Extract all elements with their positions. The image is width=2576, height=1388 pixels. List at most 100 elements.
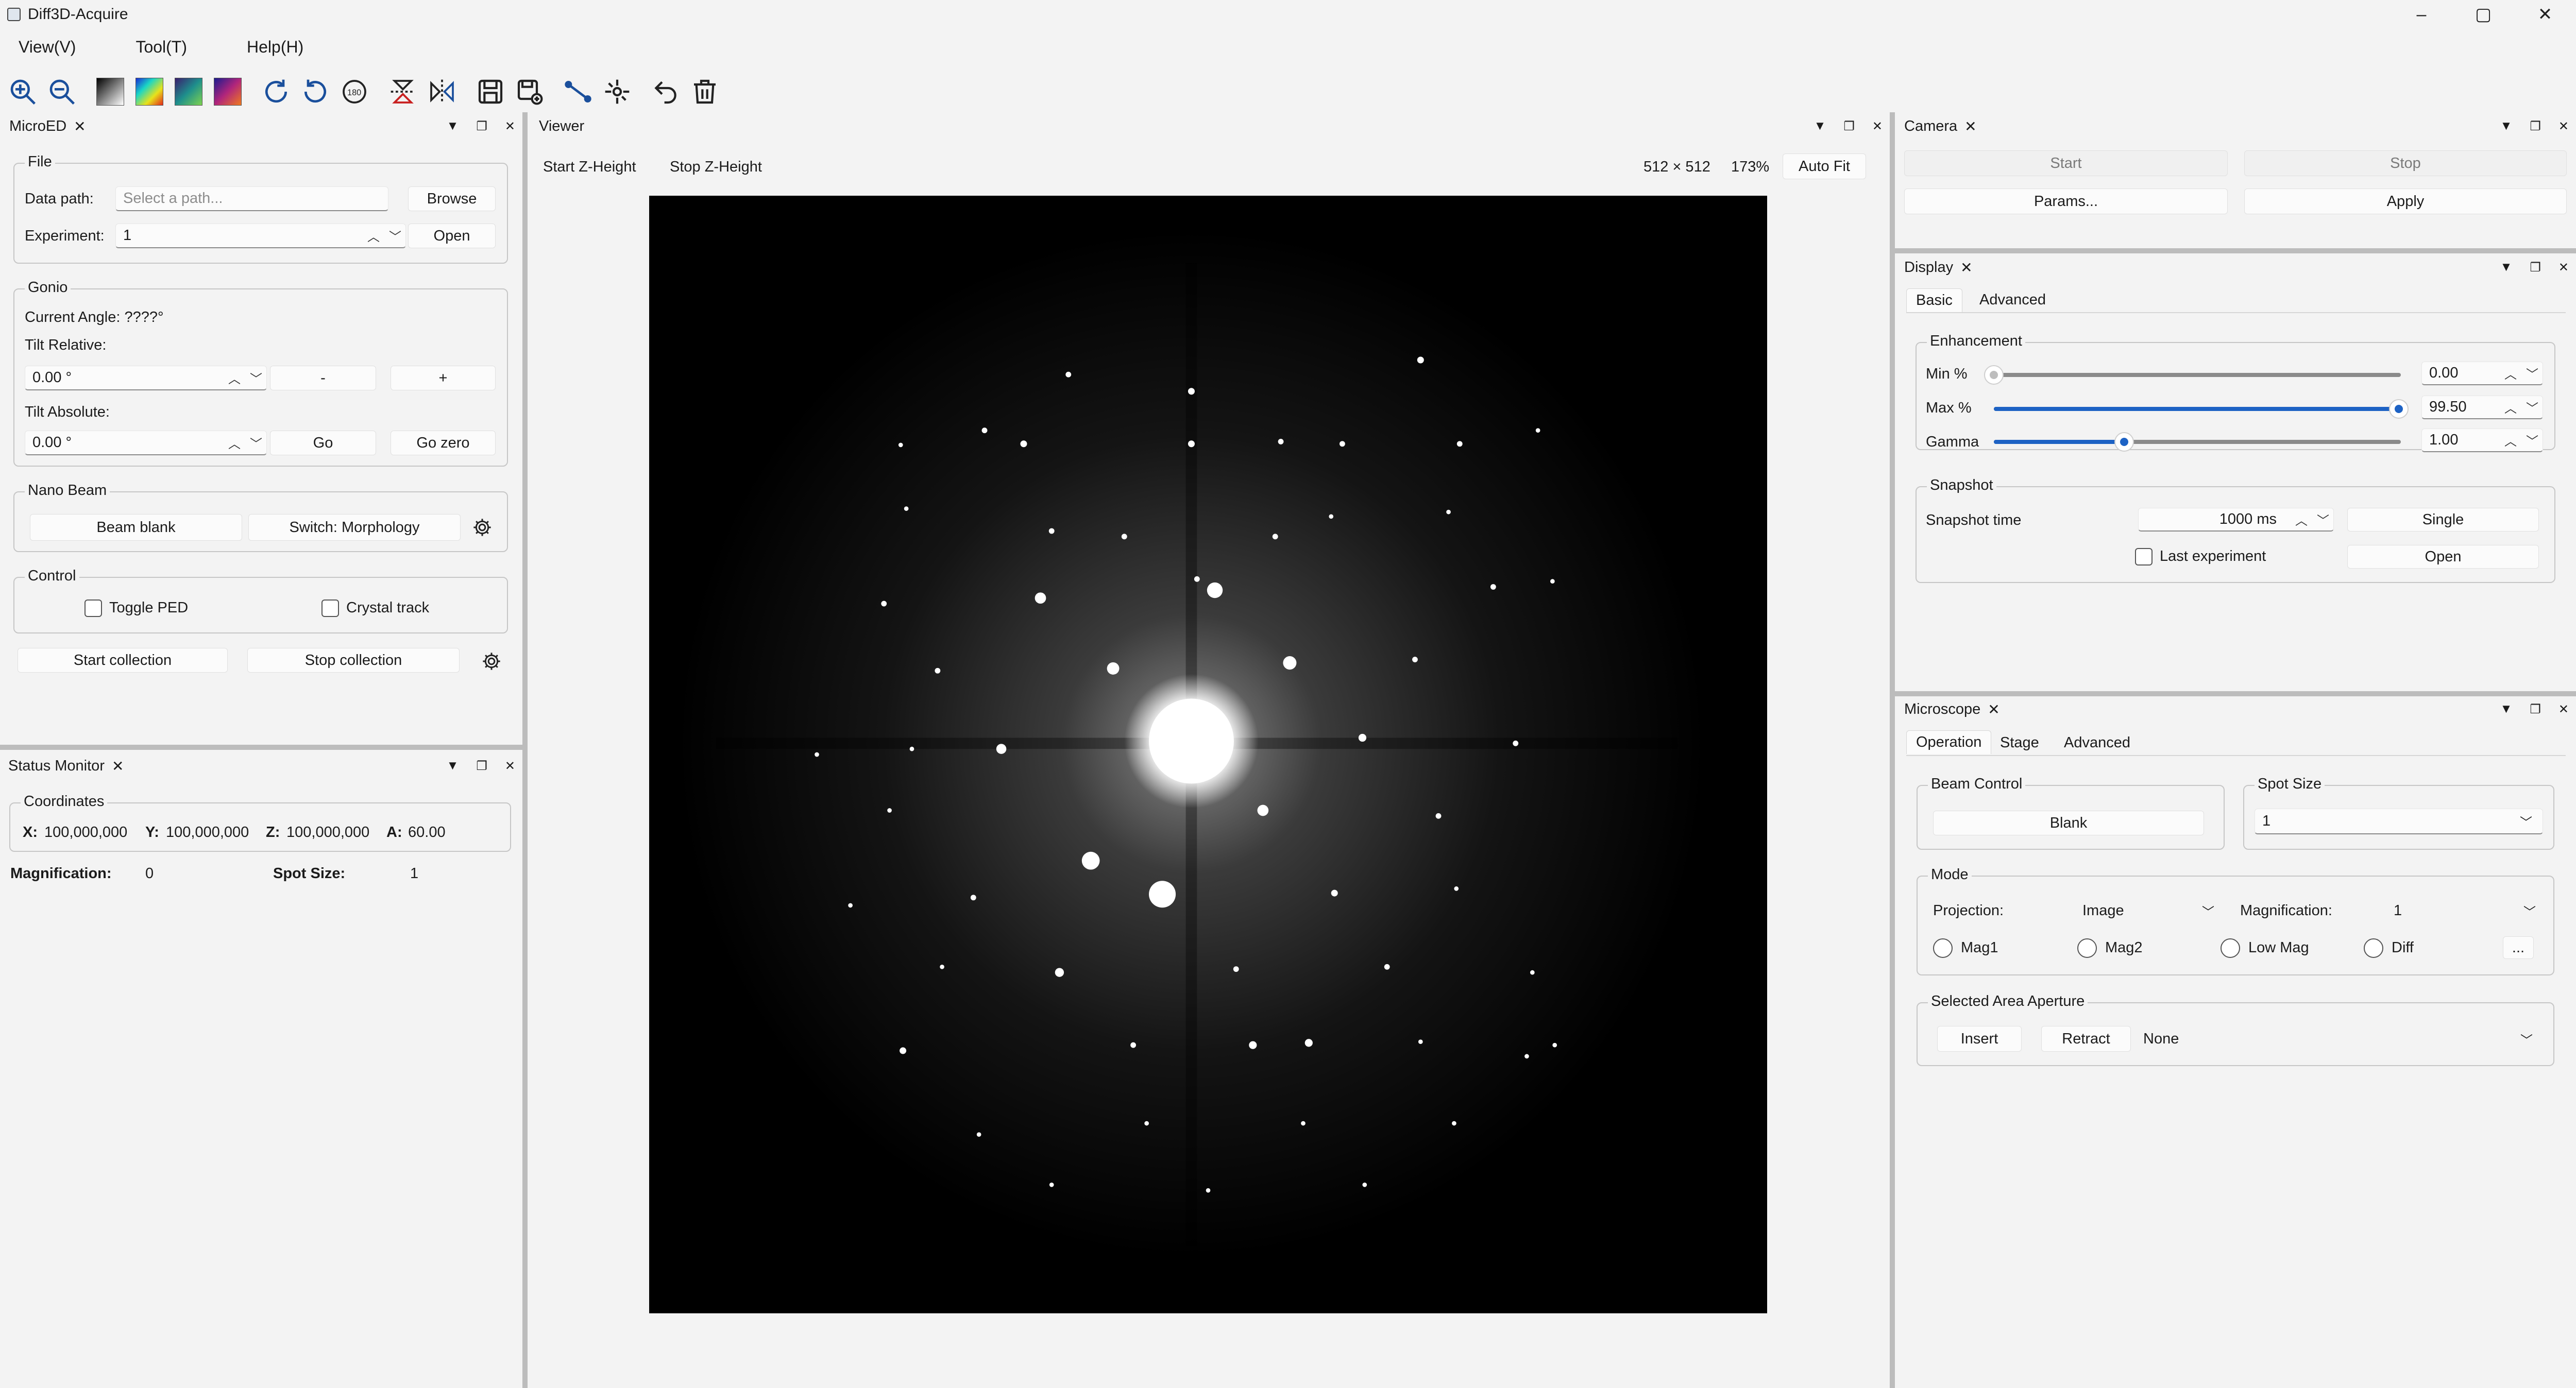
float-icon[interactable]: ❐ (2530, 260, 2541, 275)
close-icon[interactable]: ✕ (2558, 702, 2569, 717)
switch-morphology-button[interactable]: Switch: Morphology (248, 514, 461, 541)
menu-view[interactable]: View(V) (19, 38, 76, 57)
float-icon[interactable]: ❐ (1843, 119, 1855, 134)
camera-apply-button[interactable]: Apply (2244, 189, 2567, 214)
go-zero-button[interactable]: Go zero (391, 431, 496, 455)
rotate-ccw-icon[interactable] (299, 75, 332, 108)
mag1-radio[interactable] (1933, 938, 1953, 958)
restore-icon[interactable]: ▢ (2452, 0, 2514, 29)
spin-down-icon[interactable]: ﹀ (389, 227, 401, 245)
close-icon[interactable]: ✕ (2558, 119, 2569, 134)
colormap-viridis-icon[interactable] (172, 75, 205, 108)
save-icon[interactable] (474, 75, 507, 108)
dropdown-icon[interactable]: ▼ (1814, 119, 1826, 133)
find-center-icon[interactable] (601, 75, 634, 108)
close-icon[interactable]: ✕ (505, 759, 515, 774)
tab-stage[interactable]: Stage (1991, 731, 2048, 755)
undo-icon[interactable] (649, 75, 682, 108)
float-icon[interactable]: ❐ (2530, 702, 2541, 717)
spot-size-combo[interactable]: 1 ﹀ (2255, 809, 2543, 834)
dropdown-icon[interactable]: ▼ (2500, 119, 2513, 133)
spin-up-icon[interactable]: ︿ (367, 227, 380, 245)
start-z-height-button[interactable]: Start Z-Height (543, 159, 636, 176)
snapshot-open-button[interactable]: Open (2347, 545, 2539, 569)
toggle-ped-checkbox[interactable] (84, 599, 102, 617)
rotate-180-icon[interactable]: 180 (338, 75, 371, 108)
zoom-in-icon[interactable] (6, 75, 39, 108)
camera-stop-button[interactable]: Stop (2244, 150, 2567, 176)
beam-blank-button[interactable]: Beam blank (30, 514, 242, 541)
spin-up-icon[interactable]: ︿ (2504, 364, 2517, 382)
spin-up-icon[interactable]: ︿ (2295, 510, 2308, 528)
data-path-input[interactable]: Select a path... (115, 186, 388, 211)
colormap-plasma-icon[interactable] (211, 75, 244, 108)
menu-tool[interactable]: Tool(T) (135, 38, 187, 57)
snapshot-time-spinbox[interactable]: 1000 ms ︿ ﹀ (2138, 508, 2334, 532)
dropdown-icon[interactable]: ▼ (2500, 702, 2513, 716)
colormap-gray-icon[interactable] (94, 75, 127, 108)
right-splitter[interactable] (1890, 112, 1895, 1388)
aperture-insert-button[interactable]: Insert (1937, 1026, 2022, 1052)
open-experiment-button[interactable]: Open (408, 224, 496, 248)
float-icon[interactable]: ❐ (476, 759, 487, 774)
close-icon[interactable]: ✕ (1872, 119, 1883, 134)
rotate-cw-icon[interactable] (260, 75, 293, 108)
browse-button[interactable]: Browse (408, 186, 496, 211)
max-spinbox[interactable]: 99.50 ︿ ﹀ (2421, 396, 2543, 419)
spin-down-icon[interactable]: ﹀ (250, 369, 262, 387)
more-mode-button[interactable]: ... (2503, 936, 2534, 959)
close-tab-icon[interactable]: ✕ (112, 758, 124, 775)
spin-up-icon[interactable]: ︿ (228, 369, 241, 387)
dropdown-icon[interactable]: ▼ (447, 759, 459, 773)
low-mag-radio[interactable] (2221, 938, 2240, 958)
close-tab-icon[interactable]: ✕ (1964, 118, 1976, 135)
camera-start-button[interactable]: Start (1904, 150, 2228, 176)
aperture-combo[interactable]: None ﹀ (2136, 1026, 2543, 1052)
close-icon[interactable]: ✕ (2558, 260, 2569, 275)
close-tab-icon[interactable]: ✕ (74, 118, 86, 135)
gamma-slider[interactable] (1994, 432, 2401, 452)
stop-collection-button[interactable]: Stop collection (247, 648, 460, 673)
float-icon[interactable]: ❐ (2530, 119, 2541, 134)
diff-radio[interactable] (2364, 938, 2383, 958)
max-slider[interactable] (1994, 399, 2409, 419)
start-collection-button[interactable]: Start collection (18, 648, 228, 673)
min-spinbox[interactable]: 0.00 ︿ ﹀ (2421, 362, 2543, 385)
close-tab-icon[interactable]: ✕ (1988, 701, 1999, 718)
tab-operation[interactable]: Operation (1906, 730, 1992, 754)
spin-down-icon[interactable]: ﹀ (250, 434, 262, 452)
close-icon[interactable]: ✕ (505, 119, 515, 134)
flip-horizontal-icon[interactable] (426, 75, 459, 108)
aperture-retract-button[interactable]: Retract (2041, 1026, 2131, 1052)
zoom-out-icon[interactable] (45, 75, 78, 108)
colormap-rainbow-icon[interactable] (133, 75, 166, 108)
close-tab-icon[interactable]: ✕ (1960, 259, 1972, 276)
right-horizontal-splitter-2[interactable] (1895, 691, 2576, 696)
spin-up-icon[interactable]: ︿ (2504, 398, 2517, 416)
stop-z-height-button[interactable]: Stop Z-Height (670, 159, 762, 176)
experiment-spinbox[interactable]: 1 ︿ ﹀ (115, 224, 406, 248)
left-horizontal-splitter[interactable] (0, 745, 522, 750)
nano-beam-settings-icon[interactable] (472, 517, 493, 538)
blank-button[interactable]: Blank (1933, 811, 2204, 835)
right-horizontal-splitter-1[interactable] (1895, 248, 2576, 253)
tab-advanced[interactable]: Advanced (1970, 288, 2055, 312)
last-experiment-checkbox[interactable] (2135, 548, 2153, 566)
camera-params-button[interactable]: Params... (1904, 189, 2228, 214)
diffraction-image[interactable] (649, 196, 1767, 1313)
close-window-icon[interactable]: ✕ (2514, 0, 2576, 29)
min-slider[interactable] (1984, 365, 2401, 385)
tab-basic[interactable]: Basic (1906, 288, 1962, 312)
mag2-radio[interactable] (2077, 938, 2097, 958)
delete-icon[interactable] (688, 75, 721, 108)
tilt-minus-button[interactable]: - (270, 366, 376, 390)
spin-down-icon[interactable]: ﹀ (2526, 364, 2538, 382)
spin-down-icon[interactable]: ﹀ (2317, 510, 2329, 528)
single-snapshot-button[interactable]: Single (2347, 508, 2539, 532)
collection-settings-icon[interactable] (481, 651, 502, 672)
tab-advanced-microscope[interactable]: Advanced (2055, 731, 2140, 755)
dropdown-icon[interactable]: ▼ (447, 119, 459, 133)
magnification-combo[interactable]: 1 ﹀ (2386, 898, 2546, 923)
spin-up-icon[interactable]: ︿ (2504, 431, 2517, 449)
projection-combo[interactable]: Image ﹀ (2075, 898, 2225, 923)
